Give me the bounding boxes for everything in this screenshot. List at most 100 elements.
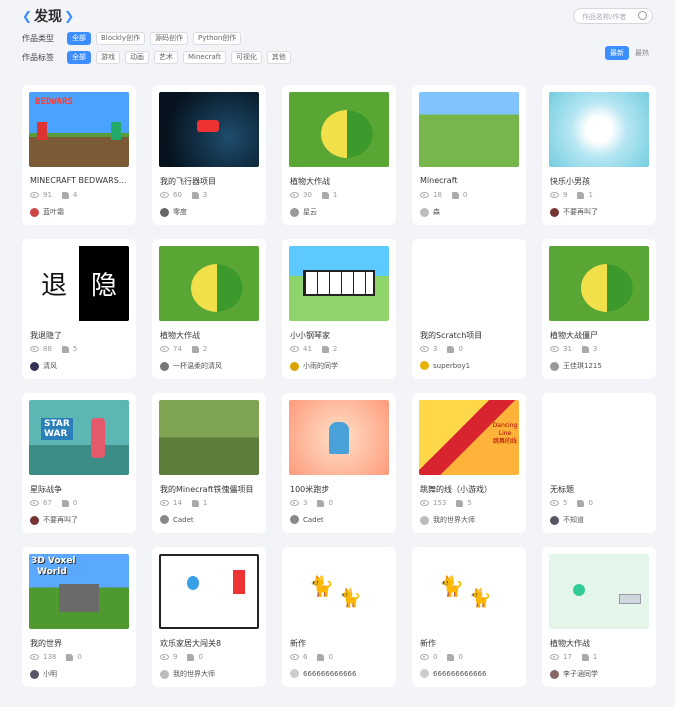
project-thumbnail[interactable]: BEDWARS — [29, 92, 129, 167]
avatar — [550, 669, 559, 679]
project-author[interactable]: superboy1 — [420, 361, 470, 370]
project-author[interactable]: 森 — [420, 207, 440, 217]
project-thumbnail[interactable] — [159, 246, 259, 321]
project-author[interactable]: Cadet — [290, 515, 324, 524]
project-author[interactable]: 李子涵同学 — [550, 669, 598, 679]
project-author[interactable]: 星云 — [290, 207, 317, 217]
project-thumbnail[interactable]: Dancing Line 跳舞的线 — [419, 400, 519, 475]
project-thumbnail[interactable] — [419, 246, 519, 321]
project-author[interactable]: 666666666666 — [290, 669, 356, 678]
search-input[interactable]: 作品名称/作者 — [573, 8, 653, 24]
likes-count: 0 — [72, 499, 78, 507]
project-author[interactable]: 666666666666 — [420, 669, 486, 678]
project-author[interactable]: 蓝叶霜 — [30, 207, 64, 217]
project-thumbnail[interactable] — [549, 554, 649, 629]
type-chip-python[interactable]: Python创作 — [193, 32, 242, 45]
project-thumbnail[interactable] — [159, 400, 259, 475]
project-card[interactable]: 🐈 🐈 新作 6 0 666666666666 — [282, 547, 396, 687]
project-author[interactable]: 一杯温柔的清风 — [160, 361, 222, 371]
sort-hottest-button[interactable]: 最热 — [635, 48, 649, 58]
tag-chip-visual[interactable]: 可视化 — [230, 51, 262, 64]
project-author[interactable]: 不知道 — [550, 515, 584, 525]
project-author[interactable]: 清风 — [30, 361, 57, 371]
project-name[interactable]: 无标题 — [550, 484, 650, 495]
project-name[interactable]: MINECRAFT BEDWARS... — [30, 176, 130, 185]
project-name[interactable]: 我的世界 — [30, 638, 130, 649]
project-name[interactable]: 100米跑步 — [290, 484, 390, 495]
project-card[interactable]: 我的飞行器项目 60 3 零度 — [152, 85, 266, 225]
project-card[interactable]: 3D Voxel World 我的世界 138 0 小明 — [22, 547, 136, 687]
project-author[interactable]: 我的世界大师 — [420, 515, 475, 525]
project-card[interactable]: 我的Scratch项目 3 0 superboy1 — [412, 239, 526, 379]
tag-chip-game[interactable]: 游戏 — [96, 51, 120, 64]
sort-newest-button[interactable]: 最新 — [605, 46, 629, 60]
project-thumbnail[interactable] — [289, 92, 389, 167]
project-thumbnail[interactable] — [549, 400, 649, 475]
project-card[interactable]: 植物大作战 30 1 星云 — [282, 85, 396, 225]
project-card[interactable]: 无标题 5 0 不知道 — [542, 393, 656, 533]
tag-chip-art[interactable]: 艺术 — [154, 51, 178, 64]
project-thumbnail[interactable] — [159, 554, 259, 629]
project-thumbnail[interactable] — [419, 92, 519, 167]
project-thumbnail[interactable]: 🐈 🐈 — [289, 554, 389, 629]
project-thumbnail[interactable]: 3D Voxel World — [29, 554, 129, 629]
project-name[interactable]: 我的Scratch项目 — [420, 330, 520, 341]
tag-chip-minecraft[interactable]: Minecraft — [183, 51, 226, 64]
views-count: 30 — [303, 191, 312, 199]
project-author[interactable]: 小雨的同学 — [290, 361, 338, 371]
project-name[interactable]: 植物大作战 — [290, 176, 390, 187]
project-author[interactable]: 零度 — [160, 207, 187, 217]
project-thumbnail[interactable]: 🐈 🐈 — [419, 554, 519, 629]
project-card[interactable]: Dancing Line 跳舞的线 跳舞的线（小游戏） 153 5 我的世界大师 — [412, 393, 526, 533]
project-name[interactable]: 新作 — [290, 638, 390, 649]
type-chip-blockly[interactable]: Blockly创作 — [96, 32, 146, 45]
project-card[interactable]: BEDWARS MINECRAFT BEDWARS... 91 4 蓝叶霜 — [22, 85, 136, 225]
project-card[interactable]: 植物大作战 74 2 一杯温柔的清风 — [152, 239, 266, 379]
project-name[interactable]: 星际战争 — [30, 484, 130, 495]
project-name[interactable]: Minecraft — [420, 176, 520, 185]
project-author[interactable]: 不要再叫了 — [550, 207, 598, 217]
type-chip-source[interactable]: 源码创作 — [150, 32, 189, 45]
thumb-caption: STAR WAR — [41, 418, 73, 440]
project-name[interactable]: 快乐小男孩 — [550, 176, 650, 187]
tag-chip-other[interactable]: 其他 — [266, 51, 291, 64]
project-name[interactable]: 小小钢琴家 — [290, 330, 390, 341]
project-name[interactable]: 新作 — [420, 638, 520, 649]
project-name[interactable]: 植物大作战 — [160, 330, 260, 341]
project-thumbnail[interactable] — [289, 246, 389, 321]
project-thumbnail[interactable] — [159, 92, 259, 167]
project-card[interactable]: 100米跑步 3 0 Cadet — [282, 393, 396, 533]
project-name[interactable]: 植物大作战 — [550, 638, 650, 649]
project-thumbnail[interactable] — [549, 92, 649, 167]
project-author[interactable]: 我的世界大师 — [160, 669, 215, 679]
project-card[interactable]: 🐈 🐈 新作 0 0 666666666666 — [412, 547, 526, 687]
project-name[interactable]: 我的飞行器项目 — [160, 176, 260, 187]
tag-chip-all[interactable]: 全部 — [67, 51, 91, 64]
project-thumbnail[interactable]: STAR WAR — [29, 400, 129, 475]
tag-chip-animation[interactable]: 动画 — [125, 51, 149, 64]
project-card[interactable]: 植物大作战 17 1 李子涵同学 — [542, 547, 656, 687]
project-thumbnail[interactable] — [549, 246, 649, 321]
project-author[interactable]: 小明 — [30, 669, 57, 679]
project-name[interactable]: 我退隐了 — [30, 330, 130, 341]
project-thumbnail[interactable]: 退 隐 — [29, 246, 129, 321]
project-name[interactable]: 我的Minecraft铁傀儡项目 — [160, 484, 260, 495]
project-card[interactable]: 退 隐 我退隐了 88 5 清风 — [22, 239, 136, 379]
project-author[interactable]: 不要再叫了 — [30, 515, 78, 525]
search-icon[interactable] — [638, 11, 647, 20]
project-card[interactable]: 小小钢琴家 41 2 小雨的同学 — [282, 239, 396, 379]
project-name[interactable]: 植物大战僵尸 — [550, 330, 650, 341]
project-name[interactable]: 欢乐家居大闯关8 — [160, 638, 260, 649]
type-chip-all[interactable]: 全部 — [67, 32, 91, 45]
project-name[interactable]: 跳舞的线（小游戏） — [420, 484, 520, 495]
project-thumbnail[interactable] — [289, 400, 389, 475]
project-author[interactable]: Cadet — [160, 515, 194, 524]
likes-count: 1 — [332, 191, 338, 199]
project-card[interactable]: 快乐小男孩 9 1 不要再叫了 — [542, 85, 656, 225]
project-card[interactable]: STAR WAR 星际战争 67 0 不要再叫了 — [22, 393, 136, 533]
project-card[interactable]: 我的Minecraft铁傀儡项目 14 1 Cadet — [152, 393, 266, 533]
project-card[interactable]: 植物大战僵尸 31 3 王佳琪1215 — [542, 239, 656, 379]
project-card[interactable]: Minecraft 18 0 森 — [412, 85, 526, 225]
project-card[interactable]: 欢乐家居大闯关8 9 0 我的世界大师 — [152, 547, 266, 687]
project-author[interactable]: 王佳琪1215 — [550, 361, 602, 371]
